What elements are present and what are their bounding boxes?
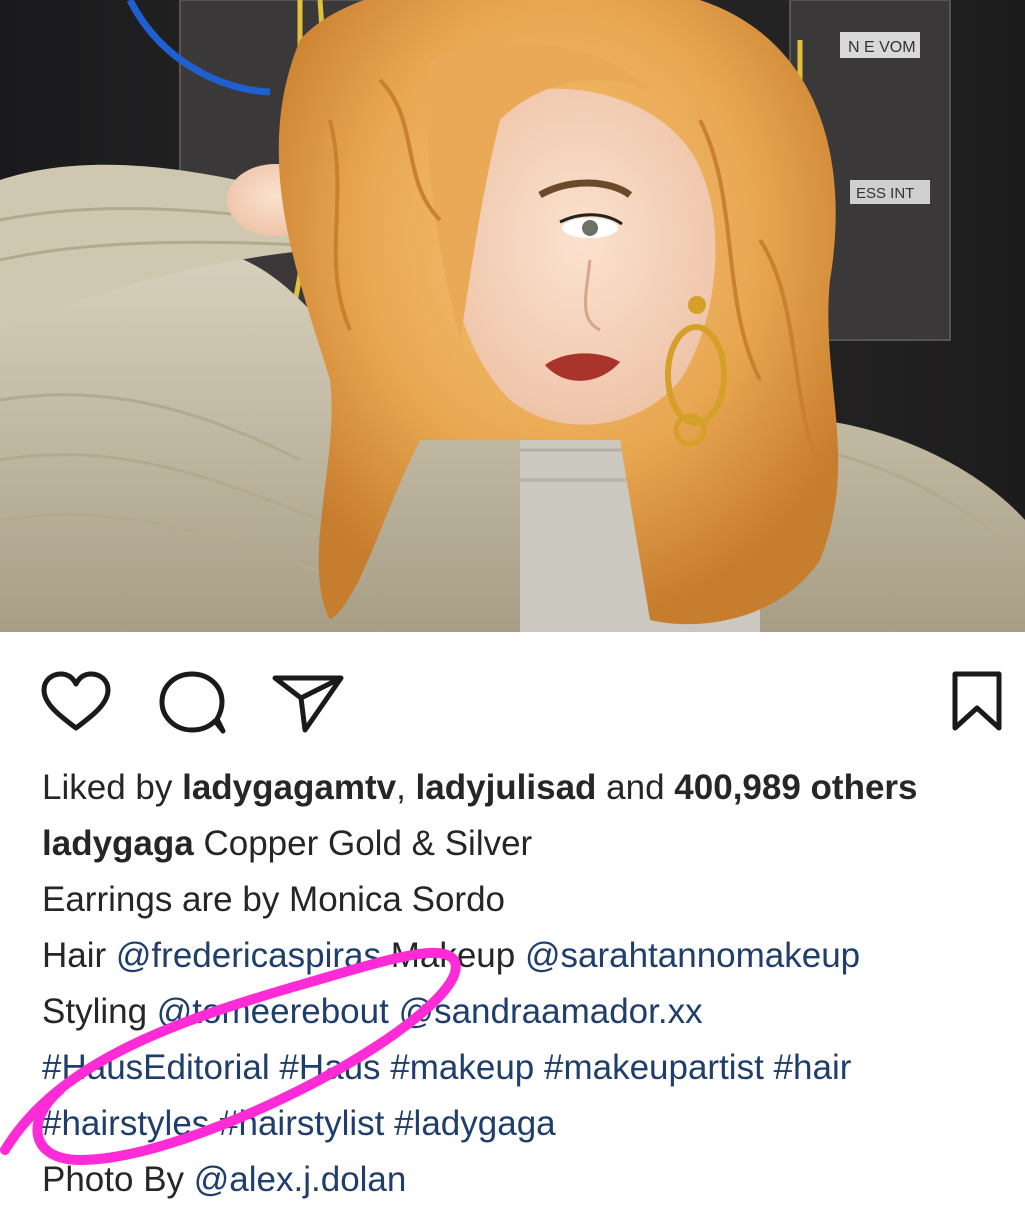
hashtags-line-2: #hairstyles #hairstylist #ladygaga bbox=[42, 1096, 1017, 1152]
makeup-label: Makeup bbox=[380, 936, 525, 975]
hashtag[interactable]: #Haus bbox=[279, 1048, 380, 1087]
hashtag[interactable]: #hairstyles bbox=[42, 1104, 209, 1143]
styling-mention-1[interactable]: @tomeerebout bbox=[157, 992, 389, 1031]
bookmark-icon bbox=[952, 671, 1002, 731]
caption-line-credits-styling: Styling @tomeerebout @sandraamador.xx bbox=[42, 984, 1017, 1040]
post-photo[interactable]: N E VOM ESS INT bbox=[0, 0, 1025, 632]
likes-prefix: Liked by bbox=[42, 768, 173, 807]
photo-mention[interactable]: @alex.j.dolan bbox=[194, 1160, 407, 1199]
svg-text:N E VOM: N E VOM bbox=[848, 39, 916, 56]
liker-ladygagamtv[interactable]: ladygagamtv bbox=[182, 768, 396, 807]
caption-author[interactable]: ladygaga bbox=[42, 824, 194, 863]
liker-ladyjulisad[interactable]: ladyjulisad bbox=[416, 768, 597, 807]
makeup-mention[interactable]: @sarahtannomakeup bbox=[525, 936, 860, 975]
comment-button[interactable] bbox=[152, 662, 232, 742]
hair-mention[interactable]: @fredericaspiras bbox=[116, 936, 381, 975]
hashtag[interactable]: #makeup bbox=[390, 1048, 534, 1087]
hashtags-line-1: #HausEditorial #Haus #makeup #makeuparti… bbox=[42, 1040, 1017, 1096]
save-button[interactable] bbox=[937, 662, 1017, 742]
likes-conjunction: and bbox=[596, 768, 675, 807]
likes-separator: , bbox=[396, 768, 416, 807]
share-button[interactable] bbox=[268, 662, 348, 742]
post-caption-area: Liked by ladygagamtv, ladyjulisad and 40… bbox=[42, 760, 1017, 1208]
hashtag[interactable]: #makeupartist bbox=[544, 1048, 764, 1087]
likes-count[interactable]: 400,989 others bbox=[674, 768, 917, 807]
caption-text-2: Earrings are by Monica Sordo bbox=[42, 880, 505, 919]
svg-text:ESS INT: ESS INT bbox=[856, 185, 914, 202]
caption-text-1: Copper Gold & Silver bbox=[193, 824, 533, 863]
styling-mention-2[interactable]: @sandraamador.xx bbox=[399, 992, 703, 1031]
caption-line-1: ladygaga Copper Gold & Silver bbox=[42, 816, 1017, 872]
hashtag[interactable]: #ladygaga bbox=[394, 1104, 556, 1143]
caption-line-credits-hair-makeup: Hair @fredericaspiras Makeup @sarahtanno… bbox=[42, 928, 1017, 984]
post-actions-bar bbox=[0, 632, 1025, 760]
hashtag[interactable]: #hair bbox=[774, 1048, 852, 1087]
styling-space bbox=[389, 992, 399, 1031]
likes-line: Liked by ladygagamtv, ladyjulisad and 40… bbox=[42, 760, 1017, 816]
photo-label: Photo By bbox=[42, 1160, 194, 1199]
caption-line-2: Earrings are by Monica Sordo bbox=[42, 872, 1017, 928]
post-photo-illustration: N E VOM ESS INT bbox=[0, 0, 1025, 632]
heart-icon bbox=[41, 671, 111, 731]
hashtag[interactable]: #HausEditorial bbox=[42, 1048, 270, 1087]
like-button[interactable] bbox=[36, 662, 116, 742]
hair-label: Hair bbox=[42, 936, 116, 975]
comment-bubble-icon bbox=[159, 671, 226, 734]
hashtag[interactable]: #hairstylist bbox=[219, 1104, 384, 1143]
paper-plane-icon bbox=[272, 675, 344, 733]
styling-label: Styling bbox=[42, 992, 157, 1031]
